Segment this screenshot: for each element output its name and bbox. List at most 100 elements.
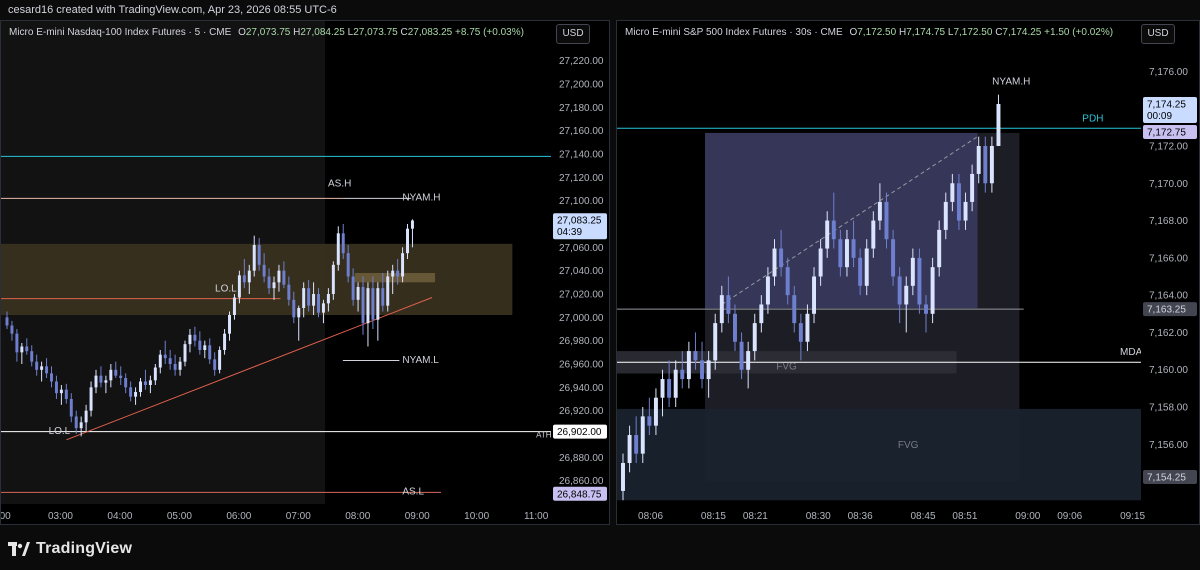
candle-body xyxy=(198,340,202,350)
candle-body xyxy=(653,397,658,426)
candle-body xyxy=(237,275,241,298)
candle-body xyxy=(798,323,803,342)
y-tick-label: 27,040.00 xyxy=(559,266,604,277)
candle-body xyxy=(79,422,83,429)
sp500-candlestick-chart[interactable]: NYAM.HPDHMDAY-HFVGFVG7,176.007,174.007,1… xyxy=(617,21,1200,525)
open-value: 7,172.50 xyxy=(857,27,897,38)
footer: TradingView xyxy=(0,527,1200,570)
tradingview-logo[interactable]: TradingView xyxy=(8,539,132,559)
candle-body xyxy=(706,360,711,380)
candle-body xyxy=(252,245,256,271)
candle-body xyxy=(386,276,390,306)
y-tick-label: 7,156.00 xyxy=(1149,440,1188,451)
x-tick-label: 09:00 xyxy=(405,511,430,522)
low-value: 27,073.75 xyxy=(353,27,398,38)
y-tick-label: 27,160.00 xyxy=(559,126,604,137)
candle-body xyxy=(119,375,123,378)
y-tick-label: 26,880.00 xyxy=(559,453,604,464)
brand-name: TradingView xyxy=(36,540,133,557)
axis-level-tag-text: 26,848.75 xyxy=(557,489,602,500)
candle-body xyxy=(640,416,645,454)
x-tick-label: 08:06 xyxy=(638,511,663,522)
candle-body xyxy=(996,104,1001,146)
y-tick-label: 27,020.00 xyxy=(559,290,604,301)
candle-body xyxy=(904,285,909,305)
candle-body xyxy=(371,288,375,320)
y-tick-label: 7,164.00 xyxy=(1149,291,1188,302)
x-tick-label: 08:30 xyxy=(806,511,831,522)
candle-body xyxy=(897,276,902,305)
x-tick-label: 04:00 xyxy=(107,511,132,522)
y-tick-label: 7,170.00 xyxy=(1149,179,1188,190)
y-tick-label: 27,220.00 xyxy=(559,56,604,67)
candle-body xyxy=(272,282,276,289)
candle-body xyxy=(208,345,212,360)
candle-body xyxy=(25,346,29,352)
chart-annotation: LO.L xyxy=(49,426,71,437)
candle-body xyxy=(15,333,19,353)
candle-body xyxy=(287,284,291,300)
candle-body xyxy=(336,233,340,265)
candle-body xyxy=(884,201,889,240)
candle-body xyxy=(203,345,207,350)
low-value: 7,172.50 xyxy=(953,27,993,38)
x-tick-label: 08:45 xyxy=(911,511,936,522)
currency-button[interactable]: USD xyxy=(556,24,590,44)
candle-body xyxy=(818,248,823,277)
x-tick-label: 08:15 xyxy=(701,511,726,522)
candle-body xyxy=(719,295,724,324)
y-tick-label: 27,200.00 xyxy=(559,80,604,91)
open-value: 27,073.75 xyxy=(245,27,291,38)
y-tick-label: 7,158.00 xyxy=(1149,403,1188,414)
candle-body xyxy=(366,288,370,324)
nasdaq-candlestick-chart[interactable]: AS.H NYAM.H NYAM.L AS.L LO.L LO.L ATH 27,220.00… xyxy=(1,21,610,525)
candle-body xyxy=(746,351,751,370)
zone-box xyxy=(1,243,513,315)
candle-body xyxy=(812,276,817,314)
candle-body xyxy=(188,334,192,345)
candle-body xyxy=(838,239,843,268)
bar-countdown-text: 00:09 xyxy=(1147,111,1172,122)
candle-body xyxy=(30,351,34,362)
current-price-text: 7,174.25 xyxy=(1147,100,1186,111)
y-tick-label: 27,000.00 xyxy=(559,313,604,324)
chart-annotation: NYAM.H xyxy=(992,76,1030,87)
candle-body xyxy=(64,389,68,399)
candle-body xyxy=(228,315,231,334)
currency-button[interactable]: USD xyxy=(1141,24,1175,44)
candle-body xyxy=(257,245,261,265)
chart-legend: Micro E-mini S&P 500 Index Futures · 30s… xyxy=(625,27,1113,38)
y-tick-label: 27,060.00 xyxy=(559,243,604,254)
candle-body xyxy=(326,294,330,304)
tradingview-logo-icon xyxy=(8,542,30,556)
candle-body xyxy=(805,313,810,342)
zone-box xyxy=(354,273,436,283)
candle-body xyxy=(779,248,784,268)
candle-body xyxy=(124,378,128,388)
candle-body xyxy=(792,295,797,324)
symbol-title[interactable]: Micro E-mini S&P 500 Index Futures · 30s… xyxy=(625,27,843,38)
candle-body xyxy=(825,220,830,249)
chart-legend: Micro E-mini Nasdaq-100 Index Futures · … xyxy=(9,27,524,38)
candle-body xyxy=(673,369,678,398)
x-tick-label: 03:00 xyxy=(48,511,73,522)
candle-body xyxy=(346,253,350,277)
candle-body xyxy=(312,294,316,306)
candle-body xyxy=(831,220,836,240)
candle-body xyxy=(163,354,167,359)
sp500-chart-pane[interactable]: Micro E-mini S&P 500 Index Futures · 30s… xyxy=(616,20,1200,525)
y-tick-label: 27,120.00 xyxy=(559,173,604,184)
candle-body xyxy=(381,288,385,306)
y-tick-label: 26,980.00 xyxy=(559,336,604,347)
x-tick-label: 09:06 xyxy=(1057,511,1082,522)
symbol-title[interactable]: Micro E-mini Nasdaq-100 Index Futures · … xyxy=(9,27,231,38)
y-tick-label: 7,168.00 xyxy=(1149,216,1188,227)
candle-body xyxy=(114,369,118,376)
x-tick-label: 06:00 xyxy=(226,511,251,522)
candle-body xyxy=(148,380,152,385)
nasdaq-chart-pane[interactable]: Micro E-mini Nasdaq-100 Index Futures · … xyxy=(0,20,610,525)
candle-body xyxy=(139,381,142,392)
candle-body xyxy=(410,220,414,229)
candle-body xyxy=(74,416,78,429)
x-tick-label: 09:15 xyxy=(1120,511,1145,522)
